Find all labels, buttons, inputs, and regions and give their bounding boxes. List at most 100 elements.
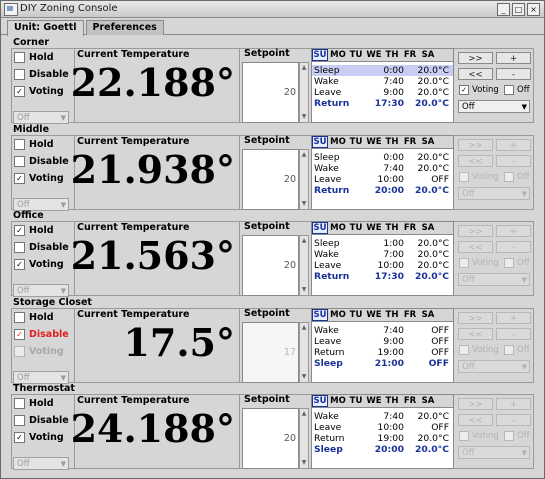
schedule-row[interactable]: Wake 7:40 OFF (312, 325, 453, 336)
hold-checkbox[interactable]: ✓ Hold (14, 224, 54, 236)
day-tab-we[interactable]: WE (366, 395, 382, 407)
disable-checkbox[interactable]: Disable (14, 241, 69, 253)
day-tab-we[interactable]: WE (366, 222, 382, 234)
checkbox-box[interactable] (459, 172, 469, 182)
checkbox-box[interactable] (14, 241, 25, 253)
checkbox-box[interactable]: ✓ (14, 172, 25, 184)
checkbox-box[interactable] (14, 311, 25, 323)
checkbox-box[interactable] (504, 172, 514, 182)
schedule-row[interactable]: Sleep 21:00 OFF (312, 358, 453, 369)
back-button[interactable]: << (458, 155, 493, 167)
forward-button[interactable]: >> (458, 312, 493, 324)
day-tab-su[interactable]: SU (312, 309, 328, 321)
scroll-up-icon[interactable]: ▲ (300, 236, 308, 246)
checkbox-box[interactable] (504, 258, 514, 268)
schedule-row[interactable]: Return 19:00 OFF (312, 347, 453, 358)
plus-button[interactable]: + (496, 139, 531, 151)
schedule-row[interactable]: Sleep 1:00 20.0°C (312, 238, 453, 249)
voting-checkbox[interactable]: ✓ Voting (14, 172, 64, 184)
day-tab-fr[interactable]: FR (402, 222, 418, 234)
tab-unit-goettl[interactable]: Unit: Goettl (7, 20, 84, 36)
checkbox-box[interactable] (14, 51, 25, 63)
minus-button[interactable]: - (496, 155, 531, 167)
checkbox-box[interactable] (459, 258, 469, 268)
setpoint-list[interactable]: 20 (242, 408, 299, 469)
scroll-down-icon[interactable]: ▼ (300, 372, 308, 382)
day-tab-tu[interactable]: TU (348, 136, 364, 148)
day-tab-su[interactable]: SU (312, 49, 328, 61)
setpoint-scrollbar[interactable]: ▲ ▼ (299, 408, 309, 469)
control-mode-dropdown[interactable]: Off ▼ (458, 187, 530, 200)
day-tab-fr[interactable]: FR (402, 136, 418, 148)
day-tab-mo[interactable]: MO (330, 309, 346, 321)
checkbox-box[interactable] (504, 345, 514, 355)
minus-button[interactable]: - (496, 241, 531, 253)
maximize-button[interactable]: □ (512, 3, 525, 16)
schedule-row[interactable]: Leave 9:00 OFF (312, 336, 453, 347)
setpoint-scrollbar[interactable]: ▲ ▼ (299, 149, 309, 210)
checkbox-box[interactable] (14, 345, 25, 357)
back-button[interactable]: << (458, 414, 493, 426)
schedule-row[interactable]: Leave 10:00 OFF (312, 422, 453, 433)
day-tab-th[interactable]: TH (384, 49, 400, 61)
checkbox-box[interactable] (14, 138, 25, 150)
control-off-checkbox[interactable]: Off (504, 258, 530, 268)
plus-button[interactable]: + (496, 312, 531, 324)
day-tab-su[interactable]: SU (312, 136, 328, 148)
schedule-row[interactable]: Return 17:30 20.0°C (312, 271, 453, 282)
schedule-row[interactable]: Leave 10:00 OFF (312, 174, 453, 185)
voting-checkbox[interactable]: ✓ Voting (14, 85, 64, 97)
control-mode-dropdown[interactable]: Off ▼ (458, 446, 530, 459)
control-voting-checkbox[interactable]: Voting (459, 431, 499, 441)
hold-checkbox[interactable]: Hold (14, 138, 54, 150)
hold-checkbox[interactable]: Hold (14, 311, 54, 323)
minus-button[interactable]: - (496, 328, 531, 340)
scroll-down-icon[interactable]: ▼ (300, 199, 308, 209)
scroll-up-icon[interactable]: ▲ (300, 323, 308, 333)
checkbox-box[interactable] (459, 345, 469, 355)
scroll-up-icon[interactable]: ▲ (300, 409, 308, 419)
schedule-row[interactable]: Sleep 20:00 20.0°C (312, 444, 453, 455)
disable-checkbox[interactable]: ✓ Disable (14, 328, 69, 340)
back-button[interactable]: << (458, 328, 493, 340)
day-tab-fr[interactable]: FR (402, 49, 418, 61)
scroll-down-icon[interactable]: ▼ (300, 458, 308, 468)
setpoint-list[interactable]: 17 (242, 322, 299, 383)
back-button[interactable]: << (458, 68, 493, 80)
setpoint-scrollbar[interactable]: ▲ ▼ (299, 322, 309, 383)
checkbox-box[interactable]: ✓ (14, 224, 25, 236)
checkbox-box[interactable] (504, 431, 514, 441)
control-off-checkbox[interactable]: Off (504, 85, 530, 95)
day-tab-fr[interactable]: FR (402, 309, 418, 321)
day-tab-th[interactable]: TH (384, 136, 400, 148)
day-tab-sa[interactable]: SA (420, 222, 436, 234)
checkbox-box[interactable]: ✓ (14, 258, 25, 270)
control-off-checkbox[interactable]: Off (504, 172, 530, 182)
control-off-checkbox[interactable]: Off (504, 345, 530, 355)
control-voting-checkbox[interactable]: ✓ Voting (459, 85, 499, 95)
schedule-row[interactable]: Wake 7:40 20.0°C (312, 411, 453, 422)
hold-checkbox[interactable]: Hold (14, 397, 54, 409)
schedule-row[interactable]: Leave 10:00 20.0°C (312, 260, 453, 271)
schedule-row[interactable]: Return 17:30 20.0°C (312, 98, 453, 109)
day-tab-we[interactable]: WE (366, 49, 382, 61)
schedule-row[interactable]: Return 19:00 20.0°C (312, 433, 453, 444)
day-tab-we[interactable]: WE (366, 136, 382, 148)
voting-checkbox[interactable]: Voting (14, 345, 64, 357)
close-button[interactable]: × (527, 3, 540, 16)
setpoint-list[interactable]: 20 (242, 149, 299, 210)
control-voting-checkbox[interactable]: Voting (459, 258, 499, 268)
schedule-row[interactable]: Wake 7:00 20.0°C (312, 249, 453, 260)
checkbox-box[interactable] (504, 85, 514, 95)
control-voting-checkbox[interactable]: Voting (459, 172, 499, 182)
schedule-row[interactable]: Wake 7:40 20.0°C (312, 76, 453, 87)
forward-button[interactable]: >> (458, 139, 493, 151)
schedule-row[interactable]: Return 20:00 20.0°C (312, 185, 453, 196)
day-tab-sa[interactable]: SA (420, 309, 436, 321)
plus-button[interactable]: + (496, 225, 531, 237)
day-tab-fr[interactable]: FR (402, 395, 418, 407)
checkbox-box[interactable]: ✓ (14, 85, 25, 97)
scroll-down-icon[interactable]: ▼ (300, 285, 308, 295)
day-tab-tu[interactable]: TU (348, 222, 364, 234)
minimize-button[interactable]: _ (497, 3, 510, 16)
